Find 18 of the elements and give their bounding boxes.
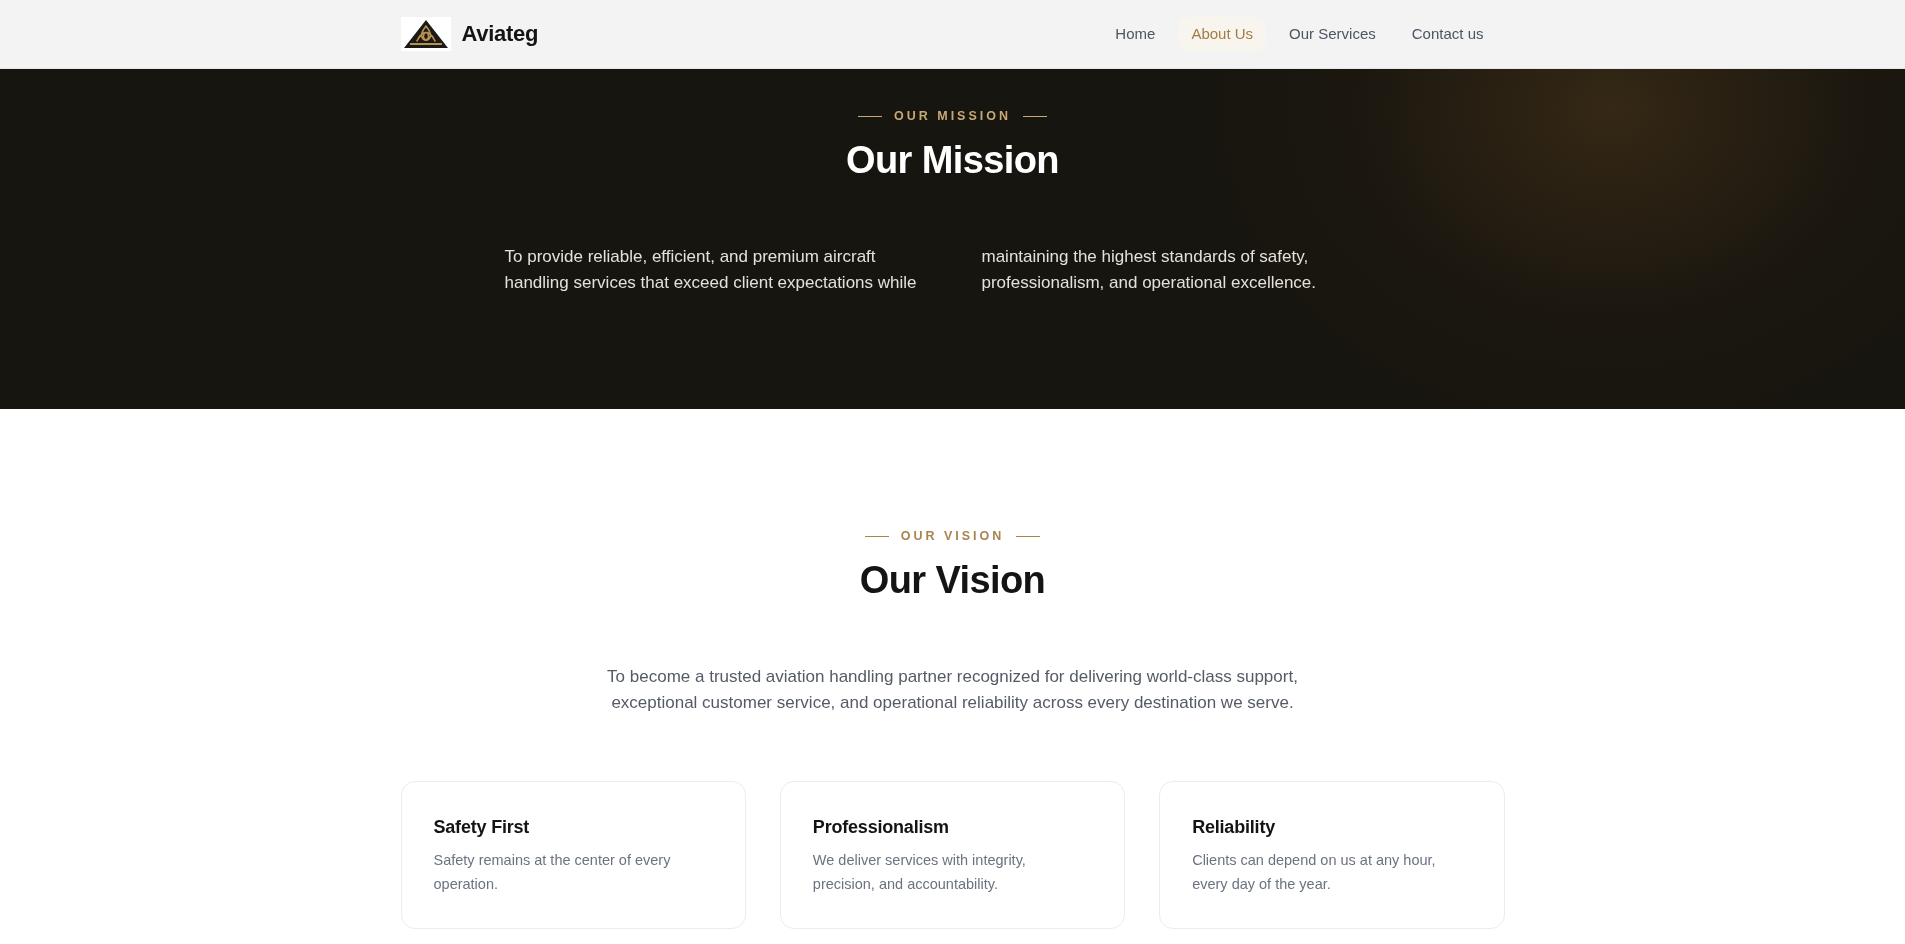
vision-text: To become a trusted aviation handling partner recognized for delivering world-class support, exceptional customer service, and operational reliability across every destination we serve. xyxy=(606,666,1299,714)
mission-text: To provide reliable, efficient, and premium aircraft handling services that exceed client expectations while maintaining the highest standards of safety, professionalism, and operational excellence. xyxy=(504,246,1318,294)
nav-link[interactable]: Contact us xyxy=(1398,17,1497,51)
card-text: Clients can depend on us at any hour, every day of the year. xyxy=(1192,851,1437,894)
section-eyebrow: OUR MISSION xyxy=(893,108,1011,124)
card-title: Reliability xyxy=(1192,816,1275,839)
card-text: Safety remains at the center of every operation. xyxy=(433,851,672,894)
nav-link[interactable]: About Us xyxy=(1178,17,1267,51)
nav-link[interactable]: Our Services xyxy=(1276,17,1389,51)
card-title: Safety First xyxy=(433,816,530,839)
brand-link[interactable]: Aviateg xyxy=(400,17,539,51)
card-text: We deliver services with integrity, precision, and accountability. xyxy=(812,851,1027,894)
section-title: Our Mission xyxy=(846,138,1059,183)
logo-icon xyxy=(400,17,451,51)
section-eyebrow: OUR VISION xyxy=(900,528,1005,544)
section-title: Our Vision xyxy=(859,558,1046,603)
nav-link[interactable]: Home xyxy=(1102,17,1169,51)
card-title: Professionalism xyxy=(812,816,949,839)
